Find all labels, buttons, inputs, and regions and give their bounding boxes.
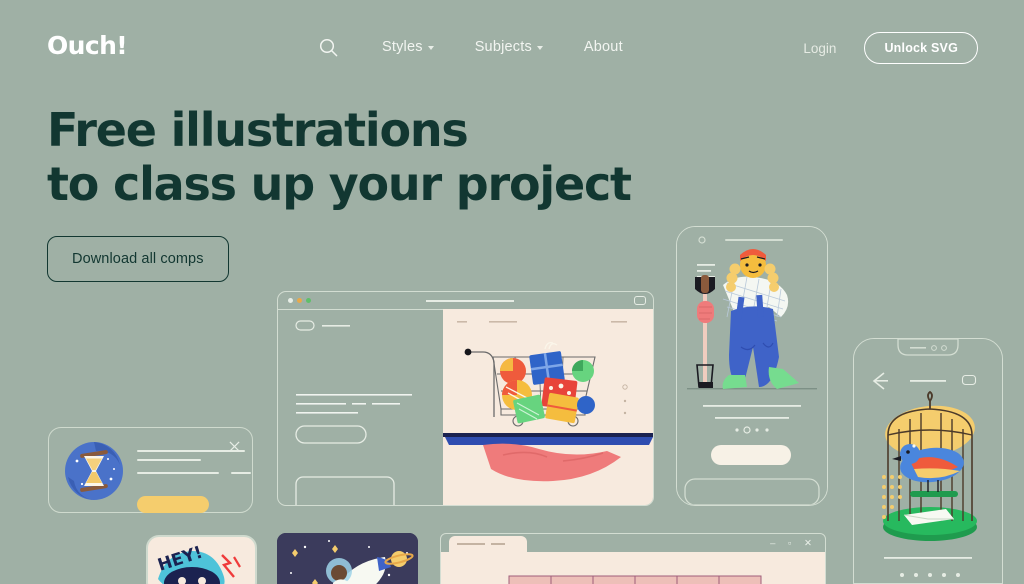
birdcage-illustration bbox=[854, 339, 1002, 583]
window-controls[interactable]: – ▫ ✕ bbox=[770, 538, 817, 549]
chevron-down-icon bbox=[427, 46, 434, 50]
nav-item-styles[interactable]: Styles bbox=[380, 35, 436, 59]
nav-item-subjects-label: Subjects bbox=[474, 39, 532, 55]
nav-item-subjects[interactable]: Subjects bbox=[473, 35, 545, 59]
card-astronaut-rocket[interactable] bbox=[277, 533, 418, 584]
nav-item-about-label: About bbox=[583, 39, 623, 55]
unlock-svg-button[interactable]: Unlock SVG bbox=[864, 32, 978, 64]
nav-item-about[interactable]: About bbox=[582, 35, 625, 59]
traffic-light-close[interactable] bbox=[288, 298, 293, 303]
hourglass-notification-card[interactable] bbox=[48, 427, 253, 513]
download-all-comps-button[interactable]: Download all comps bbox=[47, 235, 229, 282]
browser-menu-icon[interactable] bbox=[634, 296, 646, 305]
notification-text-lines bbox=[137, 450, 252, 486]
phone-mockup-gardener[interactable] bbox=[676, 226, 828, 506]
astronaut-rocket-illustration bbox=[277, 533, 418, 584]
site-logo[interactable]: Ouch! bbox=[47, 33, 128, 58]
site-header: Ouch! Styles Subjects About Login Unlock… bbox=[0, 0, 1024, 92]
main-navigation: Styles Subjects About bbox=[313, 32, 625, 62]
window-content bbox=[441, 552, 825, 584]
gardener-illustration bbox=[677, 227, 827, 505]
close-icon[interactable] bbox=[229, 441, 240, 452]
card-hey-sticker[interactable]: HEY! bbox=[146, 535, 257, 584]
header-actions: Login Unlock SVG bbox=[799, 32, 978, 64]
landing-page: HEY! – ▫ ✕ Ouch! Styles Subjects About L… bbox=[0, 0, 1024, 584]
browser-address-bar[interactable] bbox=[426, 300, 514, 302]
browser-title-bar bbox=[278, 292, 653, 309]
nav-item-styles-label: Styles bbox=[382, 39, 423, 55]
search-icon[interactable] bbox=[313, 32, 343, 62]
hey-sticker-illustration: HEY! bbox=[155, 543, 241, 584]
browser-content bbox=[278, 309, 653, 505]
browser-window-mockup[interactable] bbox=[277, 291, 654, 506]
table-grid bbox=[508, 575, 762, 584]
traffic-light-maximize[interactable] bbox=[306, 298, 311, 303]
page-title: Free illustrations to class up your proj… bbox=[47, 103, 632, 211]
hourglass-icon bbox=[65, 442, 123, 500]
chevron-down-icon bbox=[536, 46, 543, 50]
window-tab[interactable] bbox=[449, 536, 527, 553]
browser-sidebar bbox=[278, 309, 443, 505]
browser-main-panel bbox=[443, 309, 653, 505]
shopping-cart-illustration bbox=[443, 321, 653, 482]
phone-mockup-birdcage[interactable] bbox=[853, 338, 1003, 584]
hero-section: Free illustrations to class up your proj… bbox=[47, 103, 632, 282]
desktop-window-table[interactable]: – ▫ ✕ bbox=[440, 533, 826, 584]
login-link[interactable]: Login bbox=[799, 36, 840, 61]
traffic-light-minimize[interactable] bbox=[297, 298, 302, 303]
sidebar-wireframe bbox=[295, 320, 412, 505]
notification-action-button[interactable] bbox=[137, 496, 209, 513]
